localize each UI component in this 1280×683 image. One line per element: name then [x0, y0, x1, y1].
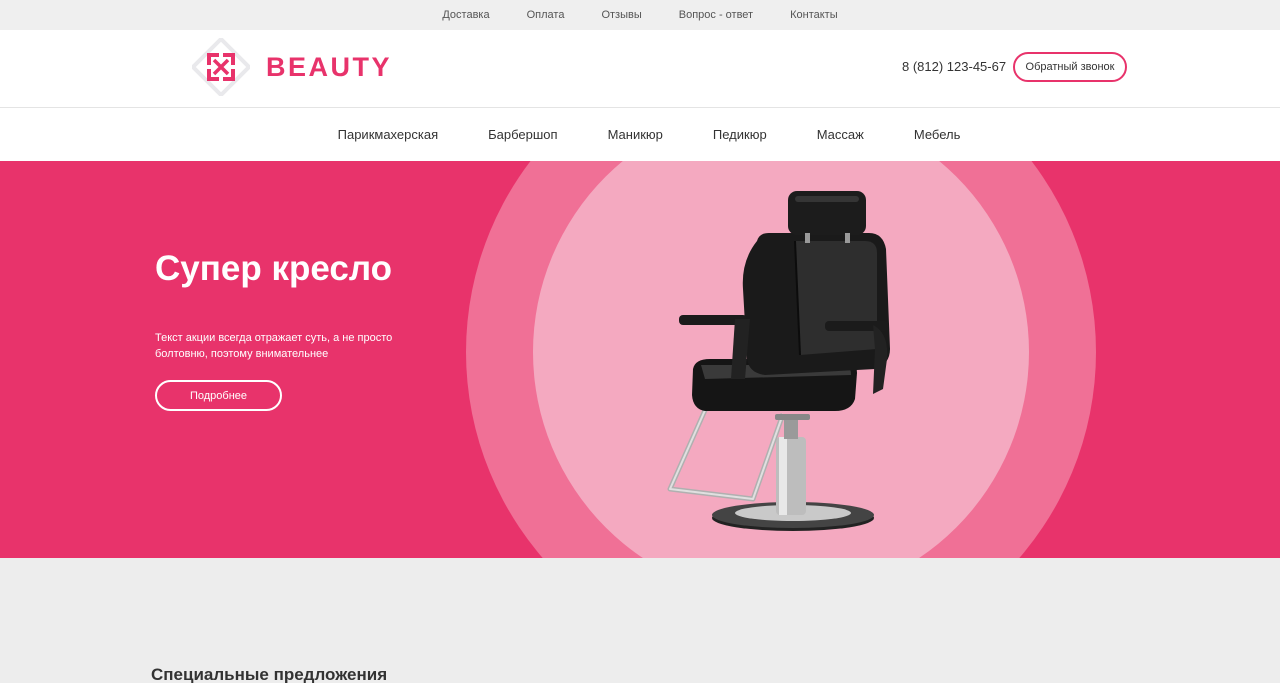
barber-chair-icon — [667, 191, 890, 531]
nav-item-massage[interactable]: Массаж — [817, 127, 864, 142]
callback-button[interactable]: Обратный звонок — [1013, 52, 1127, 82]
hero-title: Супер кресло — [155, 249, 392, 288]
logo-icon — [192, 38, 250, 96]
nav-item-barbershop[interactable]: Барбершоп — [488, 127, 557, 142]
main-nav: Парикмахерская Барбершоп Маникюр Педикюр… — [0, 108, 1280, 161]
link-contacts[interactable]: Контакты — [790, 9, 838, 21]
top-links-bar: Доставка Оплата Отзывы Вопрос - ответ Ко… — [0, 0, 1280, 30]
nav-item-pedicure[interactable]: Педикюр — [713, 127, 767, 142]
logo[interactable]: BEAUTY — [192, 38, 392, 96]
nav-item-manicure[interactable]: Маникюр — [608, 127, 663, 142]
hero-text: Текст акции всегда отражает суть, а не п… — [155, 332, 393, 360]
link-payment[interactable]: Оплата — [527, 9, 565, 21]
nav-item-furniture[interactable]: Мебель — [914, 127, 961, 142]
link-delivery[interactable]: Доставка — [442, 9, 489, 21]
nav-item-hairdressing[interactable]: Парикмахерская — [338, 127, 438, 142]
section-title-special-offers: Специальные предложения — [151, 665, 388, 683]
link-faq[interactable]: Вопрос - ответ — [679, 9, 753, 21]
phone-number[interactable]: 8 (812) 123-45-67 — [902, 59, 1006, 74]
hero-banner: Супер кресло Текст акции всегда отражает… — [0, 161, 1280, 558]
more-button[interactable]: Подробнее — [155, 380, 282, 411]
site-header: BEAUTY 8 (812) 123-45-67 Обратный звонок — [0, 30, 1280, 108]
logo-text: BEAUTY — [266, 51, 393, 82]
link-reviews[interactable]: Отзывы — [601, 9, 641, 21]
